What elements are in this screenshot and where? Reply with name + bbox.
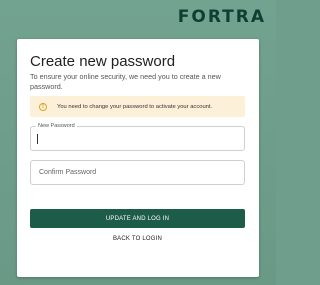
brand-logo: FORTRA (177, 7, 266, 27)
password-card: Create new password To ensure your onlin… (17, 39, 259, 277)
new-password-field[interactable]: New Password (30, 123, 245, 151)
info-circle-icon: ! (39, 102, 47, 111)
page: FORTRA Create new password To ensure you… (0, 0, 276, 285)
page-subtitle: To ensure your online security, we need … (30, 72, 221, 91)
alert-message: You need to change your password to acti… (57, 103, 213, 110)
activation-alert: ! You need to change your password to ac… (30, 96, 245, 117)
confirm-password-placeholder: Confirm Password (39, 169, 97, 176)
update-and-login-button[interactable]: UPDATE AND LOG IN (30, 209, 245, 228)
text-cursor (37, 134, 38, 144)
new-password-label: New Password (36, 123, 77, 130)
confirm-password-field[interactable]: Confirm Password (30, 160, 245, 185)
page-title: Create new password (30, 53, 176, 70)
back-to-login-link[interactable]: BACK TO LOGIN (30, 236, 245, 242)
